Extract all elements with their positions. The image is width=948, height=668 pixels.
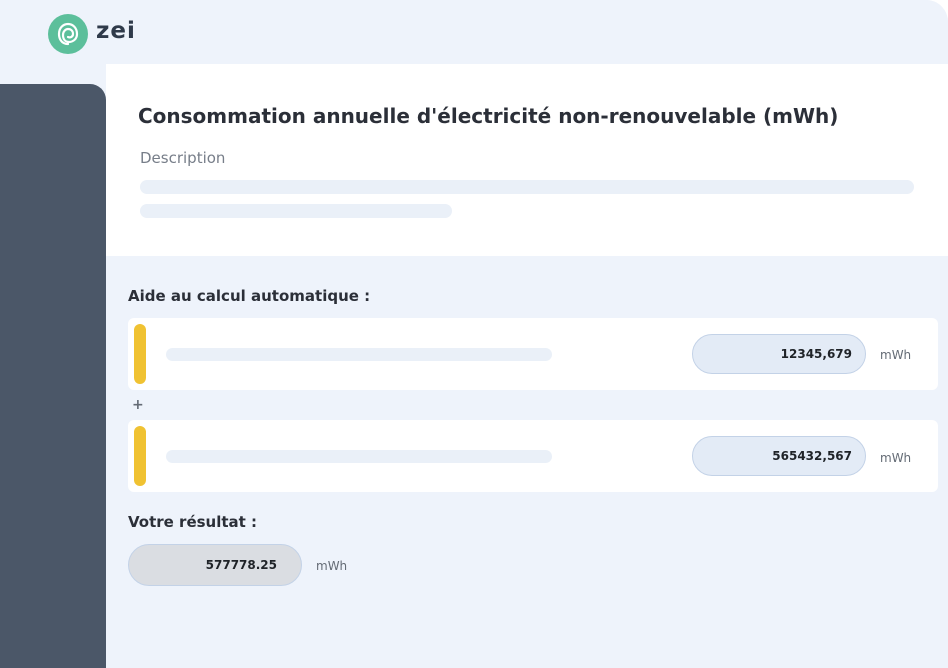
page-title: Consommation annuelle d'électricité non-… bbox=[138, 104, 839, 128]
calc-row: 565432,567 mWh bbox=[128, 420, 938, 492]
value-input[interactable]: 565432,567 bbox=[692, 436, 866, 476]
unit-label: mWh bbox=[880, 348, 912, 362]
row-accent-bar bbox=[134, 426, 146, 486]
unit-label: mWh bbox=[880, 451, 912, 465]
result-label: Votre résultat : bbox=[128, 513, 258, 531]
sidebar bbox=[0, 84, 106, 668]
app-frame: zei Consommation annuelle d'électricité … bbox=[0, 0, 948, 668]
value-input[interactable]: 12345,679 bbox=[692, 334, 866, 374]
description-placeholder-line bbox=[140, 204, 452, 218]
leaf-spiral-icon bbox=[57, 22, 79, 46]
row-label-placeholder bbox=[166, 348, 552, 361]
top-bar: zei bbox=[0, 0, 948, 64]
plus-operator: + bbox=[132, 397, 144, 413]
brand-logo-icon bbox=[48, 14, 88, 54]
indicator-card: Consommation annuelle d'électricité non-… bbox=[106, 64, 948, 256]
result-unit-label: mWh bbox=[316, 559, 348, 573]
result-field: 577778.25 bbox=[128, 544, 302, 586]
row-accent-bar bbox=[134, 324, 146, 384]
calc-row: 12345,679 mWh bbox=[128, 318, 938, 390]
description-label: Description bbox=[140, 149, 226, 167]
calc-section-label: Aide au calcul automatique : bbox=[128, 287, 371, 305]
row-label-placeholder bbox=[166, 450, 552, 463]
description-placeholder-line bbox=[140, 180, 914, 194]
brand-name: zei bbox=[96, 18, 136, 44]
